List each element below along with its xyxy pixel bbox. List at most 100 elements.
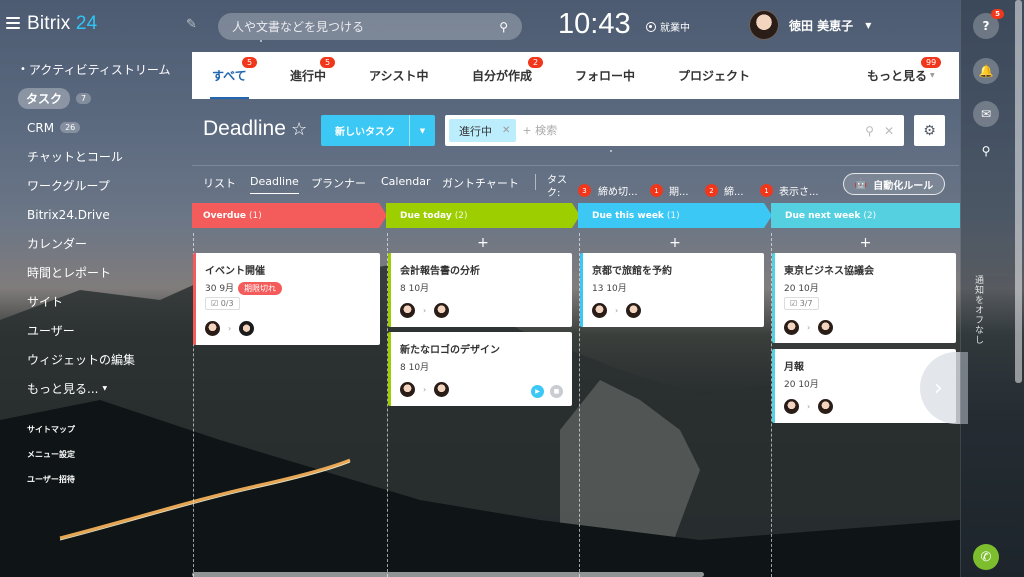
tab-more[interactable]: もっと見る ▼ 99 [867, 52, 942, 99]
sidebar-item-chat[interactable]: チャットとコール [0, 142, 185, 171]
settings-gear-button[interactable]: ⚙ [914, 115, 945, 146]
sidebar-item-more[interactable]: もっと見る... ▼ [0, 374, 185, 403]
tab-label: フォロー中 [575, 69, 636, 83]
play-icon[interactable]: ▶ [531, 385, 544, 398]
sidebar-item-crm[interactable]: CRM 26 [0, 113, 185, 142]
responsible-avatar[interactable] [239, 321, 255, 336]
sidebar-item-activity-stream[interactable]: アクティビティストリーム [0, 55, 185, 84]
chevron-down-icon: ▼ [930, 72, 935, 79]
creator-avatar[interactable] [400, 303, 415, 318]
rail-search-button[interactable]: ⚲ [973, 138, 999, 164]
search-icon[interactable]: ⚲ [499, 20, 508, 34]
creator-avatar[interactable] [205, 321, 220, 336]
hamburger-menu-icon[interactable] [6, 17, 20, 29]
sidebar-item-users[interactable]: ユーザー [0, 316, 185, 345]
responsible-avatar[interactable] [434, 382, 450, 397]
add-task-icon[interactable]: + [771, 235, 960, 251]
task-card[interactable]: イベント開催 30 9月 期限切れ ☑ 0/3 › [193, 253, 380, 345]
task-card[interactable]: 東京ビジネス協議会 20 10月 ☑ 3/7 › [772, 253, 956, 343]
column-header[interactable]: Overdue (1) [192, 203, 387, 228]
robot-icon: 🤖 [854, 178, 868, 190]
view-gantt[interactable]: ガントチャート [442, 175, 519, 191]
creator-avatar[interactable] [784, 399, 799, 414]
responsible-avatar[interactable] [626, 303, 642, 318]
view-deadline[interactable]: Deadline [250, 175, 299, 194]
column-header[interactable]: Due next week (2) [771, 203, 960, 228]
chevron-down-icon: ▼ [865, 20, 872, 30]
view-calendar[interactable]: Calendar [381, 175, 430, 188]
counter-overdue[interactable]: 締め切... [598, 183, 638, 198]
sidebar-item-workgroups[interactable]: ワークグループ [0, 171, 185, 200]
clock[interactable]: 10:43 [558, 8, 631, 41]
notifications-button[interactable]: 🔔 [973, 58, 999, 84]
horizontal-scrollbar[interactable] [192, 572, 704, 577]
tab-following[interactable]: フォロー中 [575, 52, 635, 99]
task-deadline: 30 9月 期限切れ [205, 281, 283, 295]
search-icon[interactable]: ⚲ [865, 124, 874, 138]
sidebar-item-calendar[interactable]: カレンダー [0, 229, 185, 258]
sidebar-item-menu-settings[interactable]: メニュー設定 [0, 442, 185, 467]
counter-display[interactable]: 表示さ... [779, 183, 819, 198]
tab-created-by-me[interactable]: 自分が作成 2 [472, 52, 544, 99]
messenger-button[interactable]: ✉ [973, 101, 999, 127]
tab-in-progress[interactable]: 進行中 5 [290, 52, 336, 99]
sidebar-item-invite-users[interactable]: ユーザー招待 [0, 467, 185, 492]
task-card[interactable]: 京都で旅館を予約 13 10月 › [580, 253, 764, 327]
tab-badge: 5 [242, 57, 258, 68]
sidebar-item-time-reports[interactable]: 時間とレポート [0, 258, 185, 287]
tab-label: もっと見る [867, 69, 928, 83]
call-button[interactable]: ✆ [973, 544, 999, 570]
responsible-avatar[interactable] [434, 303, 450, 318]
tab-all[interactable]: すべて 5 [210, 52, 258, 99]
column-header[interactable]: Due today (2) [386, 203, 580, 228]
responsible-avatar[interactable] [818, 399, 834, 414]
workday-status-label: 就業中 [660, 23, 690, 34]
clear-icon[interactable]: ✕ [884, 124, 894, 138]
user-menu[interactable]: 徳田 美恵子 ▼ [749, 10, 871, 40]
view-planner[interactable]: プランナー [311, 175, 366, 191]
sidebar-item-label: もっと見る... [27, 382, 99, 396]
counter-deadline[interactable]: 締... [724, 183, 744, 198]
sidebar-item-label: タスク [18, 88, 71, 109]
filter-chip[interactable]: 進行中 ✕ [449, 119, 517, 142]
close-icon[interactable]: ✕ [502, 125, 510, 136]
new-task-button[interactable]: 新しいタスク ▼ [321, 115, 435, 146]
tab-projects[interactable]: プロジェクト [678, 52, 750, 99]
automation-rules-button[interactable]: 🤖 自動化ルール [843, 173, 945, 195]
pencil-icon[interactable]: ✎ [186, 17, 200, 32]
add-task-icon[interactable]: + [578, 235, 772, 251]
help-button[interactable]: ? 5 [973, 9, 1004, 39]
sidebar-item-label: 時間とレポート [27, 266, 112, 280]
star-icon[interactable]: ☆ [291, 119, 307, 140]
global-search-input[interactable] [232, 19, 500, 34]
sidebar-item-sitemap[interactable]: サイトマップ [0, 417, 185, 442]
sidebar-item-tasks[interactable]: タスク 7 [0, 84, 185, 113]
workday-status[interactable]: 就業中 [646, 19, 690, 34]
filter-search-input[interactable] [522, 124, 866, 137]
tab-assisting[interactable]: アシスト中 [369, 52, 429, 99]
vertical-scrollbar[interactable] [1015, 0, 1022, 383]
column-header[interactable]: Due this week (1) [578, 203, 772, 228]
task-card[interactable]: 新たなロゴのデザイン 8 10月 › ▶ ■ [388, 332, 572, 406]
creator-avatar[interactable] [784, 320, 799, 335]
add-task-icon[interactable]: + [386, 235, 580, 251]
chat-icon: ✉ [980, 107, 992, 121]
responsible-avatar[interactable] [818, 320, 834, 335]
view-list[interactable]: リスト [203, 175, 236, 191]
sidebar-item-widgets[interactable]: ウィジェットの編集 [0, 345, 185, 374]
sidebar-item-label: アクティビティストリーム [28, 63, 171, 77]
creator-avatar[interactable] [400, 382, 415, 397]
sidebar-item-drive[interactable]: Bitrix24.Drive [0, 200, 185, 229]
app-logo[interactable]: Bitrix 24 [27, 13, 97, 35]
task-card[interactable]: 会計報告書の分析 8 10月 › [388, 253, 572, 327]
help-badge: 5 [991, 9, 1004, 19]
tab-label: 自分が作成 [472, 69, 533, 83]
sidebar-item-sites[interactable]: サイト [0, 287, 185, 316]
tab-badge: 5 [320, 57, 336, 68]
stop-icon[interactable]: ■ [550, 385, 563, 398]
chevron-right-icon: › [807, 323, 811, 332]
chevron-down-icon[interactable]: ▼ [410, 115, 435, 146]
creator-avatar[interactable] [592, 303, 607, 318]
chevron-right-icon: › [807, 402, 811, 411]
counter-due[interactable]: 期... [669, 183, 689, 198]
